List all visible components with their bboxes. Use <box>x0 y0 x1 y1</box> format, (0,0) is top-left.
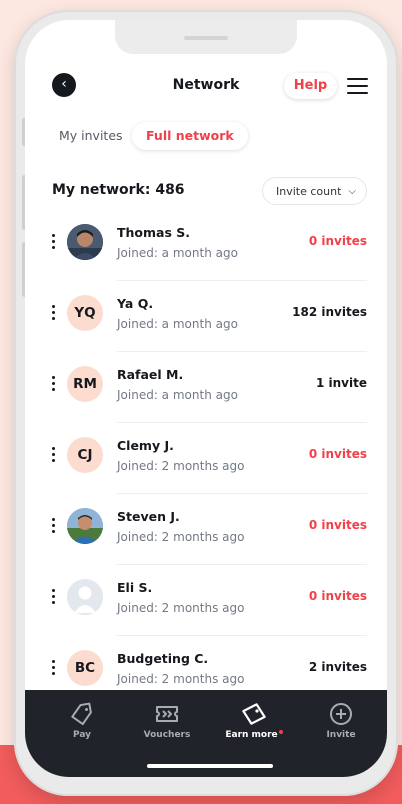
invite-count: 1 invite <box>316 376 367 390</box>
list-item[interactable]: Eli S. Joined: 2 months ago 0 invites <box>25 565 387 636</box>
nav-label: Pay <box>72 730 92 740</box>
member-joined: Joined: a month ago <box>117 388 238 402</box>
member-name: Steven J. <box>117 509 180 524</box>
avatar <box>67 508 103 544</box>
sort-label: Invite count <box>276 185 342 198</box>
member-name: Clemy J. <box>117 438 174 453</box>
tag-icon <box>71 702 92 726</box>
tab-full-network[interactable]: Full network <box>132 122 248 150</box>
member-joined: Joined: 2 months ago <box>117 601 245 615</box>
app-screen: ‹ Network Help My invites Full network M… <box>25 20 387 777</box>
member-joined: Joined: 2 months ago <box>117 672 245 686</box>
nav-earn-more[interactable]: Earn more <box>219 702 289 740</box>
avatar <box>67 224 103 260</box>
notch-speaker <box>184 36 228 40</box>
tab-my-invites[interactable]: My invites <box>59 122 123 150</box>
home-indicator <box>147 764 273 768</box>
network-count: My network: 486 <box>52 182 185 198</box>
more-options-icon[interactable] <box>49 587 59 607</box>
member-name: Ya Q. <box>117 296 154 311</box>
nav-label: Vouchers <box>143 730 191 740</box>
plus-circle-icon <box>330 703 352 725</box>
hamburger-menu-icon[interactable] <box>347 78 368 94</box>
member-name: Budgeting C. <box>117 651 209 666</box>
avatar-placeholder-icon <box>67 579 103 615</box>
phone-notch <box>115 20 297 54</box>
nav-label: Earn more <box>225 730 278 740</box>
member-name: Thomas S. <box>117 225 191 240</box>
invite-count: 182 invites <box>292 305 367 319</box>
avatar: CJ <box>67 437 103 473</box>
avatar: RM <box>67 366 103 402</box>
more-options-icon[interactable] <box>49 374 59 394</box>
member-name: Rafael M. <box>117 367 184 382</box>
more-options-icon[interactable] <box>49 303 59 323</box>
invite-count: 0 invites <box>308 518 367 532</box>
list-item[interactable]: YQ Ya Q. Joined: a month ago 182 invites <box>25 281 387 352</box>
invite-count: 0 invites <box>308 589 367 603</box>
nav-vouchers[interactable]: Vouchers <box>132 702 202 740</box>
tag-diamond-icon <box>242 703 266 725</box>
sort-dropdown[interactable]: Invite count ⌵ <box>262 177 367 205</box>
help-button[interactable]: Help <box>284 73 337 99</box>
invite-count: 0 invites <box>308 447 367 461</box>
notification-dot <box>278 730 283 734</box>
chevron-down-icon: ⌵ <box>348 186 356 197</box>
list-item[interactable]: RM Rafael M. Joined: a month ago 1 invit… <box>25 352 387 423</box>
invite-count: 0 invites <box>308 234 367 248</box>
avatar: BC <box>67 650 103 686</box>
more-options-icon[interactable] <box>49 516 59 536</box>
list-item[interactable]: CJ Clemy J. Joined: 2 months ago 0 invit… <box>25 423 387 494</box>
member-joined: Joined: 2 months ago <box>117 530 245 544</box>
more-options-icon[interactable] <box>49 658 59 678</box>
more-options-icon[interactable] <box>49 445 59 465</box>
member-joined: Joined: a month ago <box>117 317 238 331</box>
list-item[interactable]: Thomas S. Joined: a month ago 0 invites <box>25 210 387 281</box>
invite-count: 2 invites <box>308 660 367 674</box>
nav-label: Invite <box>326 730 356 740</box>
member-name: Eli S. <box>117 580 153 595</box>
more-options-icon[interactable] <box>49 232 59 252</box>
list-item[interactable]: Steven J. Joined: 2 months ago 0 invites <box>25 494 387 565</box>
member-joined: Joined: 2 months ago <box>117 459 245 473</box>
avatar: YQ <box>67 295 103 331</box>
nav-pay[interactable]: Pay <box>47 702 117 740</box>
member-joined: Joined: a month ago <box>117 246 238 260</box>
nav-invite[interactable]: Invite <box>306 702 376 740</box>
ticket-icon <box>156 706 178 722</box>
